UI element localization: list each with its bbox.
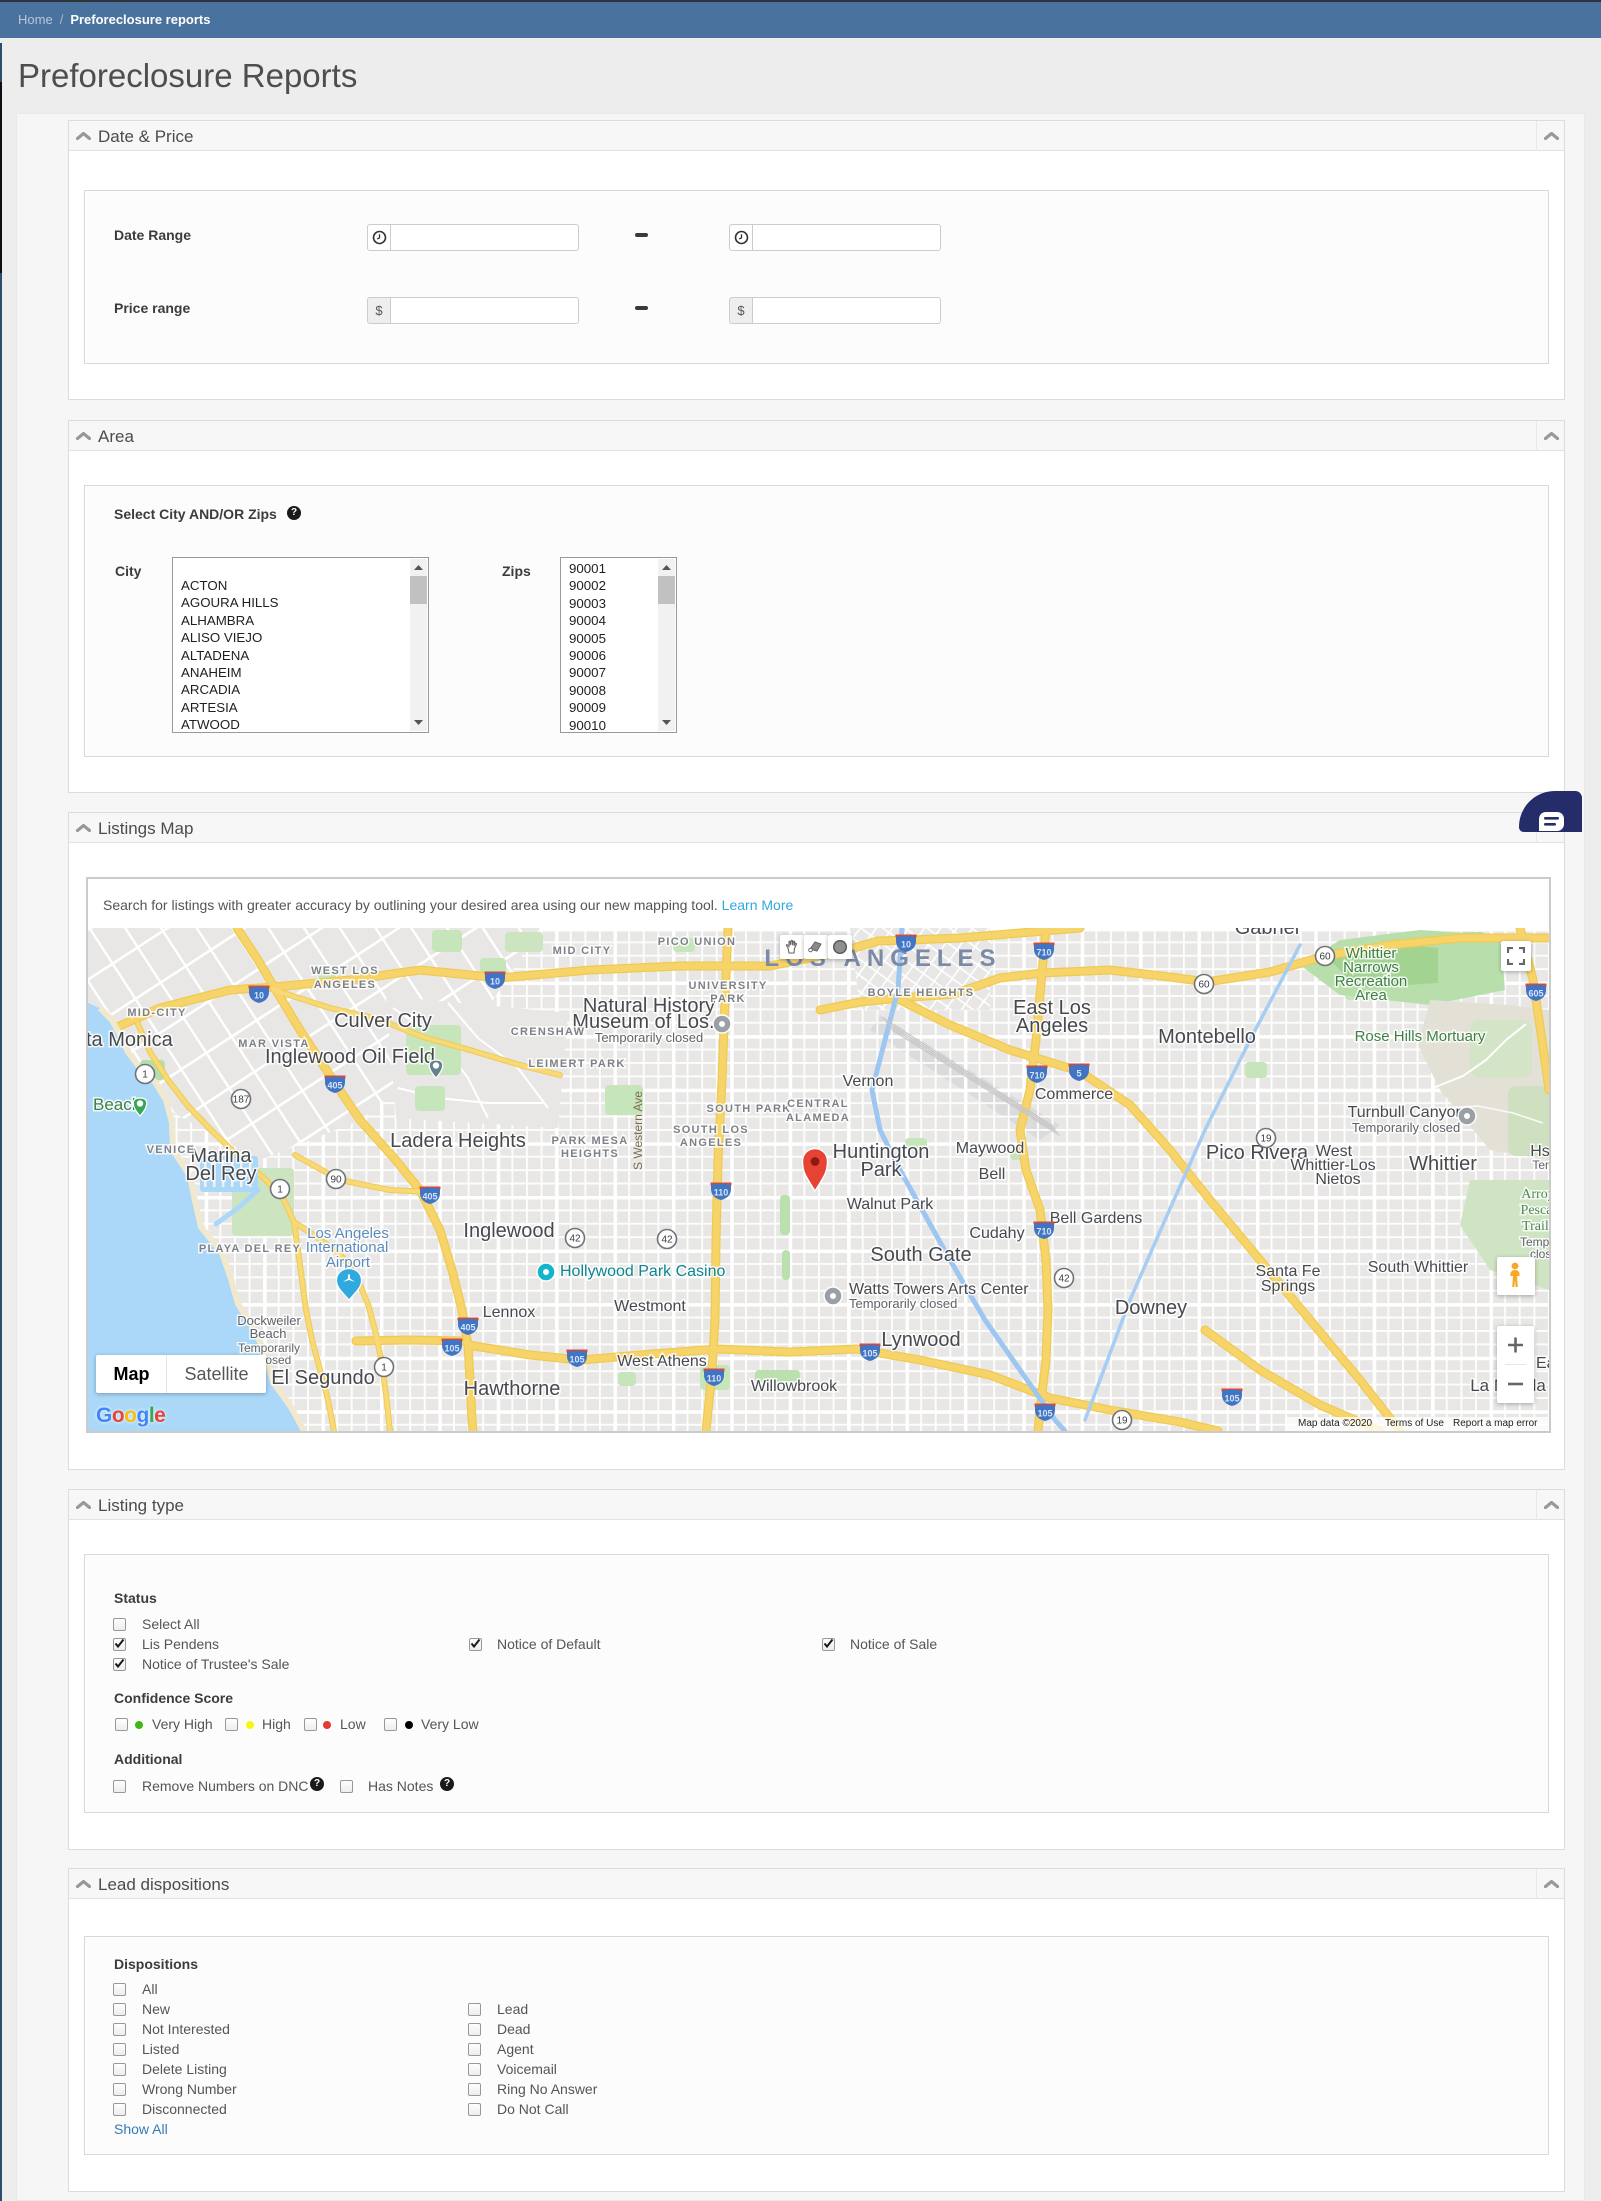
svg-text:710: 710 (1036, 1227, 1051, 1237)
svg-text:Park: Park (860, 1159, 902, 1181)
svg-text:Westmont: Westmont (614, 1298, 686, 1315)
svg-text:Downey: Downey (1115, 1297, 1187, 1319)
svg-text:PARK: PARK (710, 993, 746, 1005)
svg-text:Hawthorne: Hawthorne (464, 1378, 561, 1400)
svg-text:60: 60 (1198, 980, 1210, 991)
svg-text:Arroy: Arroy (1521, 1187, 1549, 1202)
svg-text:Temporarily closed: Temporarily closed (595, 1030, 703, 1045)
svg-text:SOUTH LOS: SOUTH LOS (673, 1124, 749, 1136)
svg-text:East: East (1536, 1355, 1549, 1372)
svg-text:Hollywood Park Casino: Hollywood Park Casino (560, 1263, 726, 1280)
svg-text:HEIGHTS: HEIGHTS (561, 1148, 619, 1160)
svg-text:Rose Hills Mortuary: Rose Hills Mortuary (1355, 1028, 1486, 1045)
svg-text:605: 605 (1528, 989, 1543, 999)
svg-text:19: 19 (1260, 1134, 1272, 1145)
svg-text:MID CITY: MID CITY (553, 945, 612, 957)
svg-text:Maywood: Maywood (956, 1140, 1024, 1157)
svg-text:405: 405 (327, 1081, 342, 1091)
svg-text:10: 10 (901, 940, 911, 950)
svg-text:187: 187 (233, 1095, 250, 1106)
svg-text:42: 42 (569, 1234, 581, 1245)
svg-text:Montebello: Montebello (1158, 1026, 1256, 1048)
svg-text:S Western Ave: S Western Ave (631, 1091, 645, 1170)
svg-text:ALAMEDA: ALAMEDA (786, 1112, 850, 1124)
svg-text:Lennox: Lennox (483, 1304, 536, 1321)
svg-text:ANGELES: ANGELES (680, 1137, 742, 1149)
svg-text:Beach: Beach (250, 1326, 287, 1341)
svg-text:Ladera Heights: Ladera Heights (390, 1130, 526, 1152)
svg-text:Temporarily closed: Temporarily closed (1352, 1120, 1460, 1135)
svg-text:Walnut Park: Walnut Park (847, 1196, 935, 1213)
svg-text:Turnbull Canyon: Turnbull Canyon (1348, 1104, 1465, 1121)
svg-text:60: 60 (1319, 952, 1331, 963)
svg-text:SOUTH PARK: SOUTH PARK (707, 1103, 792, 1115)
svg-text:Ten: Ten (1532, 1158, 1549, 1172)
svg-text:Nietos: Nietos (1315, 1171, 1360, 1188)
svg-text:710: 710 (1029, 1071, 1044, 1081)
svg-text:South Whittier: South Whittier (1368, 1259, 1469, 1276)
svg-text:UNIVERSITY: UNIVERSITY (688, 980, 767, 992)
svg-text:Del Rey: Del Rey (185, 1163, 256, 1185)
svg-text:1: 1 (277, 1185, 283, 1196)
svg-text:110: 110 (707, 1374, 722, 1384)
svg-text:5: 5 (1076, 1069, 1081, 1079)
svg-text:ta Monica: ta Monica (88, 1029, 174, 1051)
svg-text:10: 10 (490, 977, 500, 987)
svg-text:Trailhe: Trailhe (1522, 1219, 1549, 1234)
svg-text:Cudahy: Cudahy (969, 1225, 1024, 1242)
svg-text:710: 710 (1036, 948, 1051, 958)
svg-text:PICO UNION: PICO UNION (658, 936, 736, 948)
svg-text:405: 405 (422, 1192, 437, 1202)
svg-text:Temporarily closed: Temporarily closed (849, 1296, 957, 1311)
svg-text:19: 19 (1116, 1416, 1128, 1427)
svg-text:MAR VISTA: MAR VISTA (238, 1038, 309, 1050)
svg-text:405: 405 (460, 1323, 475, 1333)
svg-text:Bell Gardens: Bell Gardens (1050, 1210, 1143, 1227)
svg-text:105: 105 (569, 1355, 584, 1365)
svg-text:105: 105 (444, 1344, 459, 1354)
svg-text:42: 42 (1058, 1274, 1070, 1285)
svg-text:Bell: Bell (979, 1166, 1006, 1183)
svg-text:105: 105 (1224, 1394, 1239, 1404)
svg-text:Whittier: Whittier (1409, 1153, 1477, 1175)
svg-text:South Gate: South Gate (870, 1244, 971, 1266)
svg-text:WEST LOS: WEST LOS (311, 965, 379, 977)
svg-text:VENICE: VENICE (147, 1144, 196, 1156)
svg-text:BOYLE HEIGHTS: BOYLE HEIGHTS (868, 987, 975, 999)
svg-text:Gabriel: Gabriel (1235, 928, 1299, 939)
svg-text:1: 1 (142, 1070, 148, 1081)
svg-text:Springs: Springs (1261, 1278, 1315, 1295)
svg-text:90: 90 (330, 1175, 342, 1186)
svg-text:MID-CITY: MID-CITY (127, 1007, 186, 1019)
svg-text:Commerce: Commerce (1035, 1086, 1113, 1103)
svg-text:105: 105 (862, 1349, 877, 1359)
svg-text:Inglewood: Inglewood (463, 1220, 554, 1242)
svg-text:PARK MESA: PARK MESA (552, 1135, 629, 1147)
svg-text:Pescad: Pescad (1521, 1203, 1549, 1218)
svg-text:Vernon: Vernon (843, 1073, 894, 1090)
svg-text:LEIMERT PARK: LEIMERT PARK (528, 1058, 625, 1070)
svg-text:42: 42 (661, 1235, 673, 1246)
svg-text:Area: Area (1355, 987, 1387, 1004)
svg-text:Willowbrook: Willowbrook (751, 1378, 838, 1395)
svg-text:1: 1 (381, 1363, 387, 1374)
svg-text:105: 105 (1037, 1409, 1052, 1419)
svg-text:ANGELES: ANGELES (314, 979, 376, 991)
svg-text:Lynwood: Lynwood (881, 1329, 960, 1351)
svg-text:PLAYA DEL REY: PLAYA DEL REY (199, 1243, 301, 1255)
svg-text:CRENSHAW: CRENSHAW (511, 1026, 586, 1038)
svg-text:Angeles: Angeles (1016, 1015, 1088, 1037)
svg-text:El Segundo: El Segundo (271, 1367, 374, 1389)
svg-text:Culver City: Culver City (334, 1010, 432, 1032)
svg-text:West Athens: West Athens (617, 1353, 707, 1370)
svg-text:10: 10 (254, 991, 264, 1001)
svg-text:110: 110 (714, 1188, 729, 1198)
svg-text:CENTRAL: CENTRAL (787, 1098, 849, 1110)
